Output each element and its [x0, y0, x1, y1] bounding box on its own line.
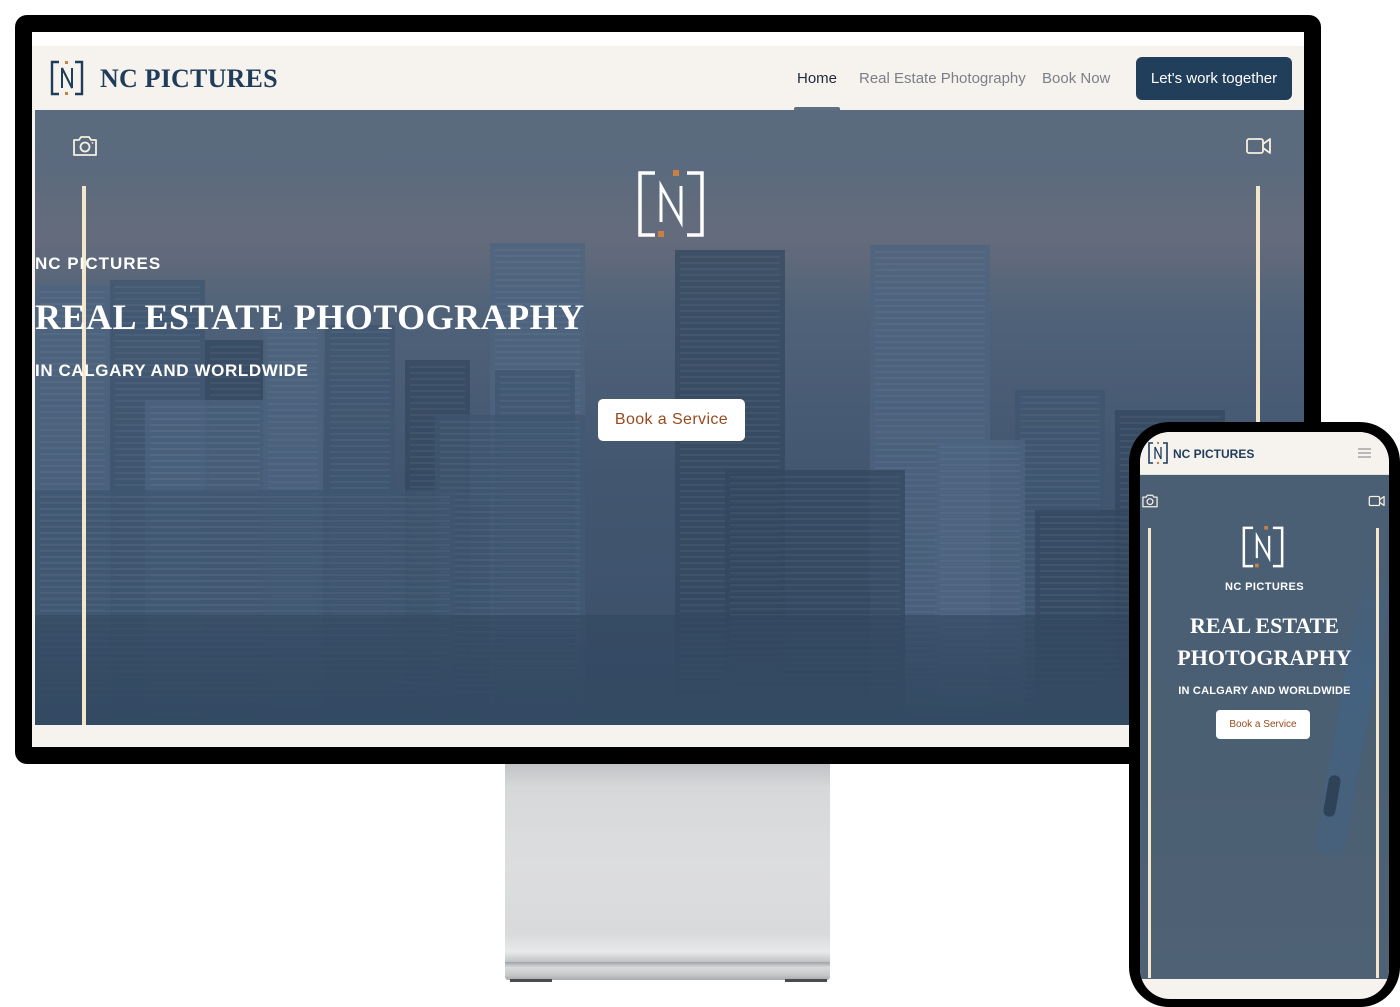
site-header: NC PICTURES Home Real Estate Photography… — [32, 46, 1304, 110]
mobile-hero-brand-label: NC PICTURES — [1225, 581, 1304, 593]
monitor-stand-base — [505, 962, 830, 980]
hero-tagline: IN CALGARY AND WORLDWIDE — [35, 361, 309, 380]
mobile-hero-logo-icon — [1242, 526, 1284, 568]
hero-section: NC PICTURES REAL ESTATE PHOTOGRAPHY IN C… — [35, 110, 1304, 725]
hero-title: REAL ESTATE PHOTOGRAPHY — [35, 297, 585, 337]
nav-real-estate-photography[interactable]: Real Estate Photography — [859, 70, 1026, 87]
nav-home[interactable]: Home — [797, 70, 837, 87]
stand-foot-right — [785, 979, 827, 982]
mobile-header: NC PICTURES — [1140, 432, 1389, 475]
hamburger-menu-icon[interactable] — [1358, 448, 1371, 458]
mobile-video-camera-icon — [1368, 495, 1385, 507]
nav-book-now[interactable]: Book Now — [1042, 70, 1110, 87]
mobile-screen: NC PICTURES NC PICTURES REAL ESTATE PHOT… — [1140, 432, 1389, 999]
mobile-hero-section: NC PICTURES REAL ESTATE PHOTOGRAPHY IN C… — [1140, 475, 1389, 979]
hero-logo-icon — [638, 170, 704, 237]
monitor-stand — [505, 764, 830, 964]
video-camera-icon — [1246, 138, 1271, 154]
mobile-hero-title-line2: PHOTOGRAPHY — [1177, 645, 1352, 670]
mobile-hero-title-line1: REAL ESTATE — [1190, 613, 1339, 638]
brand-name[interactable]: NC PICTURES — [100, 64, 278, 94]
mobile-book-a-service-button[interactable]: Book a Service — [1216, 710, 1310, 739]
mobile-phone: NC PICTURES NC PICTURES REAL ESTATE PHOT… — [1129, 422, 1400, 1007]
mobile-hero-tagline: IN CALGARY AND WORLDWIDE — [1178, 685, 1351, 697]
desktop-screen: NC PICTURES Home Real Estate Photography… — [32, 32, 1304, 747]
desktop-monitor: NC PICTURES Home Real Estate Photography… — [15, 15, 1321, 764]
mobile-camera-icon — [1142, 494, 1158, 508]
lets-work-together-button[interactable]: Let's work together — [1136, 57, 1292, 100]
stand-foot-left — [510, 979, 552, 982]
mobile-right-accent-line — [1376, 528, 1379, 978]
camera-icon — [73, 136, 97, 156]
mobile-brand-name[interactable]: NC PICTURES — [1173, 447, 1254, 461]
book-a-service-button[interactable]: Book a Service — [598, 399, 745, 441]
mobile-brand-logo-icon[interactable] — [1148, 442, 1168, 464]
mobile-left-accent-line — [1148, 528, 1151, 978]
hero-brand-label: NC PICTURES — [35, 254, 162, 273]
desktop-website: NC PICTURES Home Real Estate Photography… — [32, 46, 1304, 747]
brand-logo-icon[interactable] — [50, 60, 84, 96]
mobile-hero-title: REAL ESTATE PHOTOGRAPHY — [1140, 610, 1389, 674]
